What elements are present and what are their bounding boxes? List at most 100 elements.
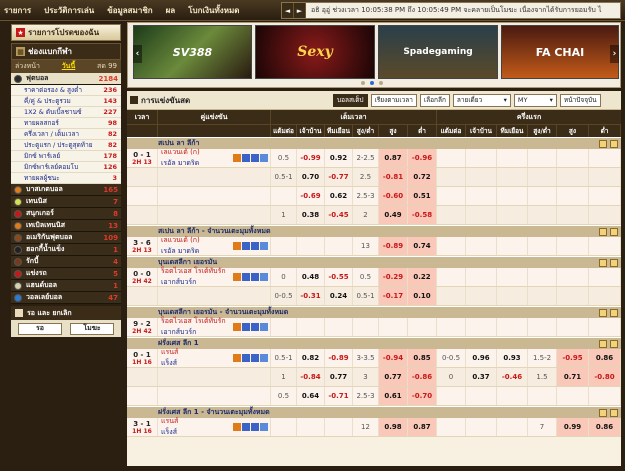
odds-cell[interactable]: 0.10	[408, 287, 437, 305]
odds-cell[interactable]	[325, 318, 353, 336]
odds-cell[interactable]: -0.45	[325, 206, 353, 224]
odds-cell[interactable]: -0.84	[297, 368, 325, 386]
sport-item[interactable]: บาสเกตบอล 165	[11, 184, 121, 196]
void-button[interactable]: โมฆะ	[70, 322, 114, 335]
odds-cell[interactable]: 0.87	[408, 418, 437, 436]
odds-cell[interactable]	[497, 187, 528, 205]
refresh-icon[interactable]	[599, 309, 607, 317]
odds-cell[interactable]	[589, 149, 621, 167]
collapse-icon[interactable]	[610, 228, 618, 236]
odds-cell[interactable]	[589, 168, 621, 186]
odds-cell[interactable]: -0.99	[297, 149, 325, 167]
odds-cell[interactable]: -0.46	[497, 368, 528, 386]
tv-icon[interactable]	[233, 323, 241, 331]
banner-next-button[interactable]: ›	[610, 45, 619, 63]
collapse-icon[interactable]	[610, 140, 618, 148]
odds-cell[interactable]: 0.96	[466, 349, 497, 367]
sport-subitem[interactable]: คี่/คู่ & ประตูรวม 143	[11, 96, 121, 107]
odds-cell[interactable]: 0.48	[297, 268, 325, 286]
odds-cell[interactable]	[466, 206, 497, 224]
currency-select[interactable]: MY ▾	[513, 93, 557, 107]
odds-cell[interactable]	[589, 237, 621, 255]
odds-cell[interactable]	[297, 237, 325, 255]
sort-by-time-button[interactable]: เรียงตามเวลา	[370, 93, 417, 107]
odds-cell[interactable]	[497, 149, 528, 167]
sport-item[interactable]: อเมริกันฟุตบอล 109	[11, 232, 121, 244]
sport-item[interactable]: ฟุตบอล 2184	[11, 73, 121, 85]
odds-cell[interactable]: -0.89	[325, 349, 353, 367]
banner-prev-button[interactable]: ‹	[133, 45, 142, 63]
league-header[interactable]: สเปน ลา ลีก้า - จำนวนเตะมุมทั้งหมด	[127, 225, 621, 237]
wait-button[interactable]: รอ	[18, 322, 62, 335]
odds-cell[interactable]	[379, 318, 408, 336]
odds-cell[interactable]: 0.71	[557, 368, 589, 386]
odds-cell[interactable]: -0.80	[589, 368, 621, 386]
sport-item[interactable]: วอลเลย์บอล 47	[11, 292, 121, 304]
odds-cell[interactable]	[557, 387, 589, 405]
odds-cell[interactable]	[466, 287, 497, 305]
odds-cell[interactable]	[497, 387, 528, 405]
odds-cell[interactable]	[497, 168, 528, 186]
refresh-icon[interactable]	[599, 228, 607, 236]
menu-item-list[interactable]: รายการ	[4, 4, 31, 17]
odds-cell[interactable]	[557, 168, 589, 186]
odds-cell[interactable]	[557, 287, 589, 305]
odds-cell[interactable]: 0.70	[297, 168, 325, 186]
odds-cell[interactable]	[408, 318, 437, 336]
odds-cell[interactable]	[589, 268, 621, 286]
odds-cell[interactable]	[497, 318, 528, 336]
favorites-button[interactable]: ★ รายการโปรดของฉัน	[11, 24, 121, 41]
collapse-icon[interactable]	[610, 259, 618, 267]
odds-cell[interactable]: -0.94	[379, 349, 408, 367]
marquee-prev-button[interactable]: ◄	[282, 3, 294, 18]
odds-cell[interactable]: 0.49	[379, 206, 408, 224]
sport-subitem[interactable]: ราคาต่อรอง & สูงต่ำ 236	[11, 85, 121, 96]
live-tracker-icon[interactable]	[251, 423, 259, 431]
odds-cell[interactable]: -0.95	[557, 349, 589, 367]
odds-cell[interactable]: 0.86	[589, 349, 621, 367]
sport-subitem[interactable]: ประตูแรก / ประตูสุดท้าย 82	[11, 140, 121, 151]
collapse-icon[interactable]	[610, 309, 618, 317]
stats-icon[interactable]	[242, 354, 250, 362]
odds-cell[interactable]	[557, 318, 589, 336]
banner-dot[interactable]	[361, 81, 365, 85]
star-icon[interactable]	[260, 273, 268, 281]
odds-cell[interactable]: -0.96	[408, 149, 437, 167]
odds-cell[interactable]: 0.51	[408, 187, 437, 205]
odds-cell[interactable]: 0.92	[325, 149, 353, 167]
select-league-button[interactable]: เลือกลีก	[419, 93, 450, 107]
odds-cell[interactable]: 0.93	[497, 349, 528, 367]
banner-slide[interactable]: Spadegaming	[378, 25, 498, 79]
odds-cell[interactable]: 0.37	[466, 368, 497, 386]
banner-slide[interactable]: Sexy	[255, 25, 375, 79]
odds-cell[interactable]: 0.22	[408, 268, 437, 286]
stats-icon[interactable]	[242, 323, 250, 331]
sport-item[interactable]: รักบี้ 4	[11, 256, 121, 268]
odds-cell[interactable]: 0.98	[379, 418, 408, 436]
sport-subitem[interactable]: ครึ่งเวลา / เต็มเวลา 82	[11, 129, 121, 140]
odds-cell[interactable]: 0.62	[325, 187, 353, 205]
odds-cell[interactable]	[557, 149, 589, 167]
odds-cell[interactable]	[557, 268, 589, 286]
odds-cell[interactable]: 0.38	[297, 206, 325, 224]
star-icon[interactable]	[260, 354, 268, 362]
odds-cell[interactable]: 0.64	[297, 387, 325, 405]
odds-cell[interactable]	[589, 318, 621, 336]
odds-cell[interactable]: 0.74	[408, 237, 437, 255]
banner-dot[interactable]	[370, 81, 374, 85]
odds-cell[interactable]: 0.77	[325, 368, 353, 386]
sport-subitem[interactable]: มิกซ์พาร์เลย์คอมโบ 126	[11, 162, 121, 173]
live-tracker-icon[interactable]	[251, 354, 259, 362]
odds-cell[interactable]: -0.69	[297, 187, 325, 205]
odds-cell[interactable]: -0.70	[408, 387, 437, 405]
odds-cell[interactable]: 0.99	[557, 418, 589, 436]
odds-cell[interactable]: -0.29	[379, 268, 408, 286]
odds-cell[interactable]: 0.61	[379, 387, 408, 405]
odds-cell[interactable]	[297, 418, 325, 436]
odds-cell[interactable]	[497, 268, 528, 286]
sport-item[interactable]: แฮนด์บอล 1	[11, 280, 121, 292]
odds-cell[interactable]	[497, 206, 528, 224]
odds-cell[interactable]: 0.77	[379, 368, 408, 386]
odds-cell[interactable]	[497, 418, 528, 436]
sport-item[interactable]: เทเบิลเทนนิส 13	[11, 220, 121, 232]
